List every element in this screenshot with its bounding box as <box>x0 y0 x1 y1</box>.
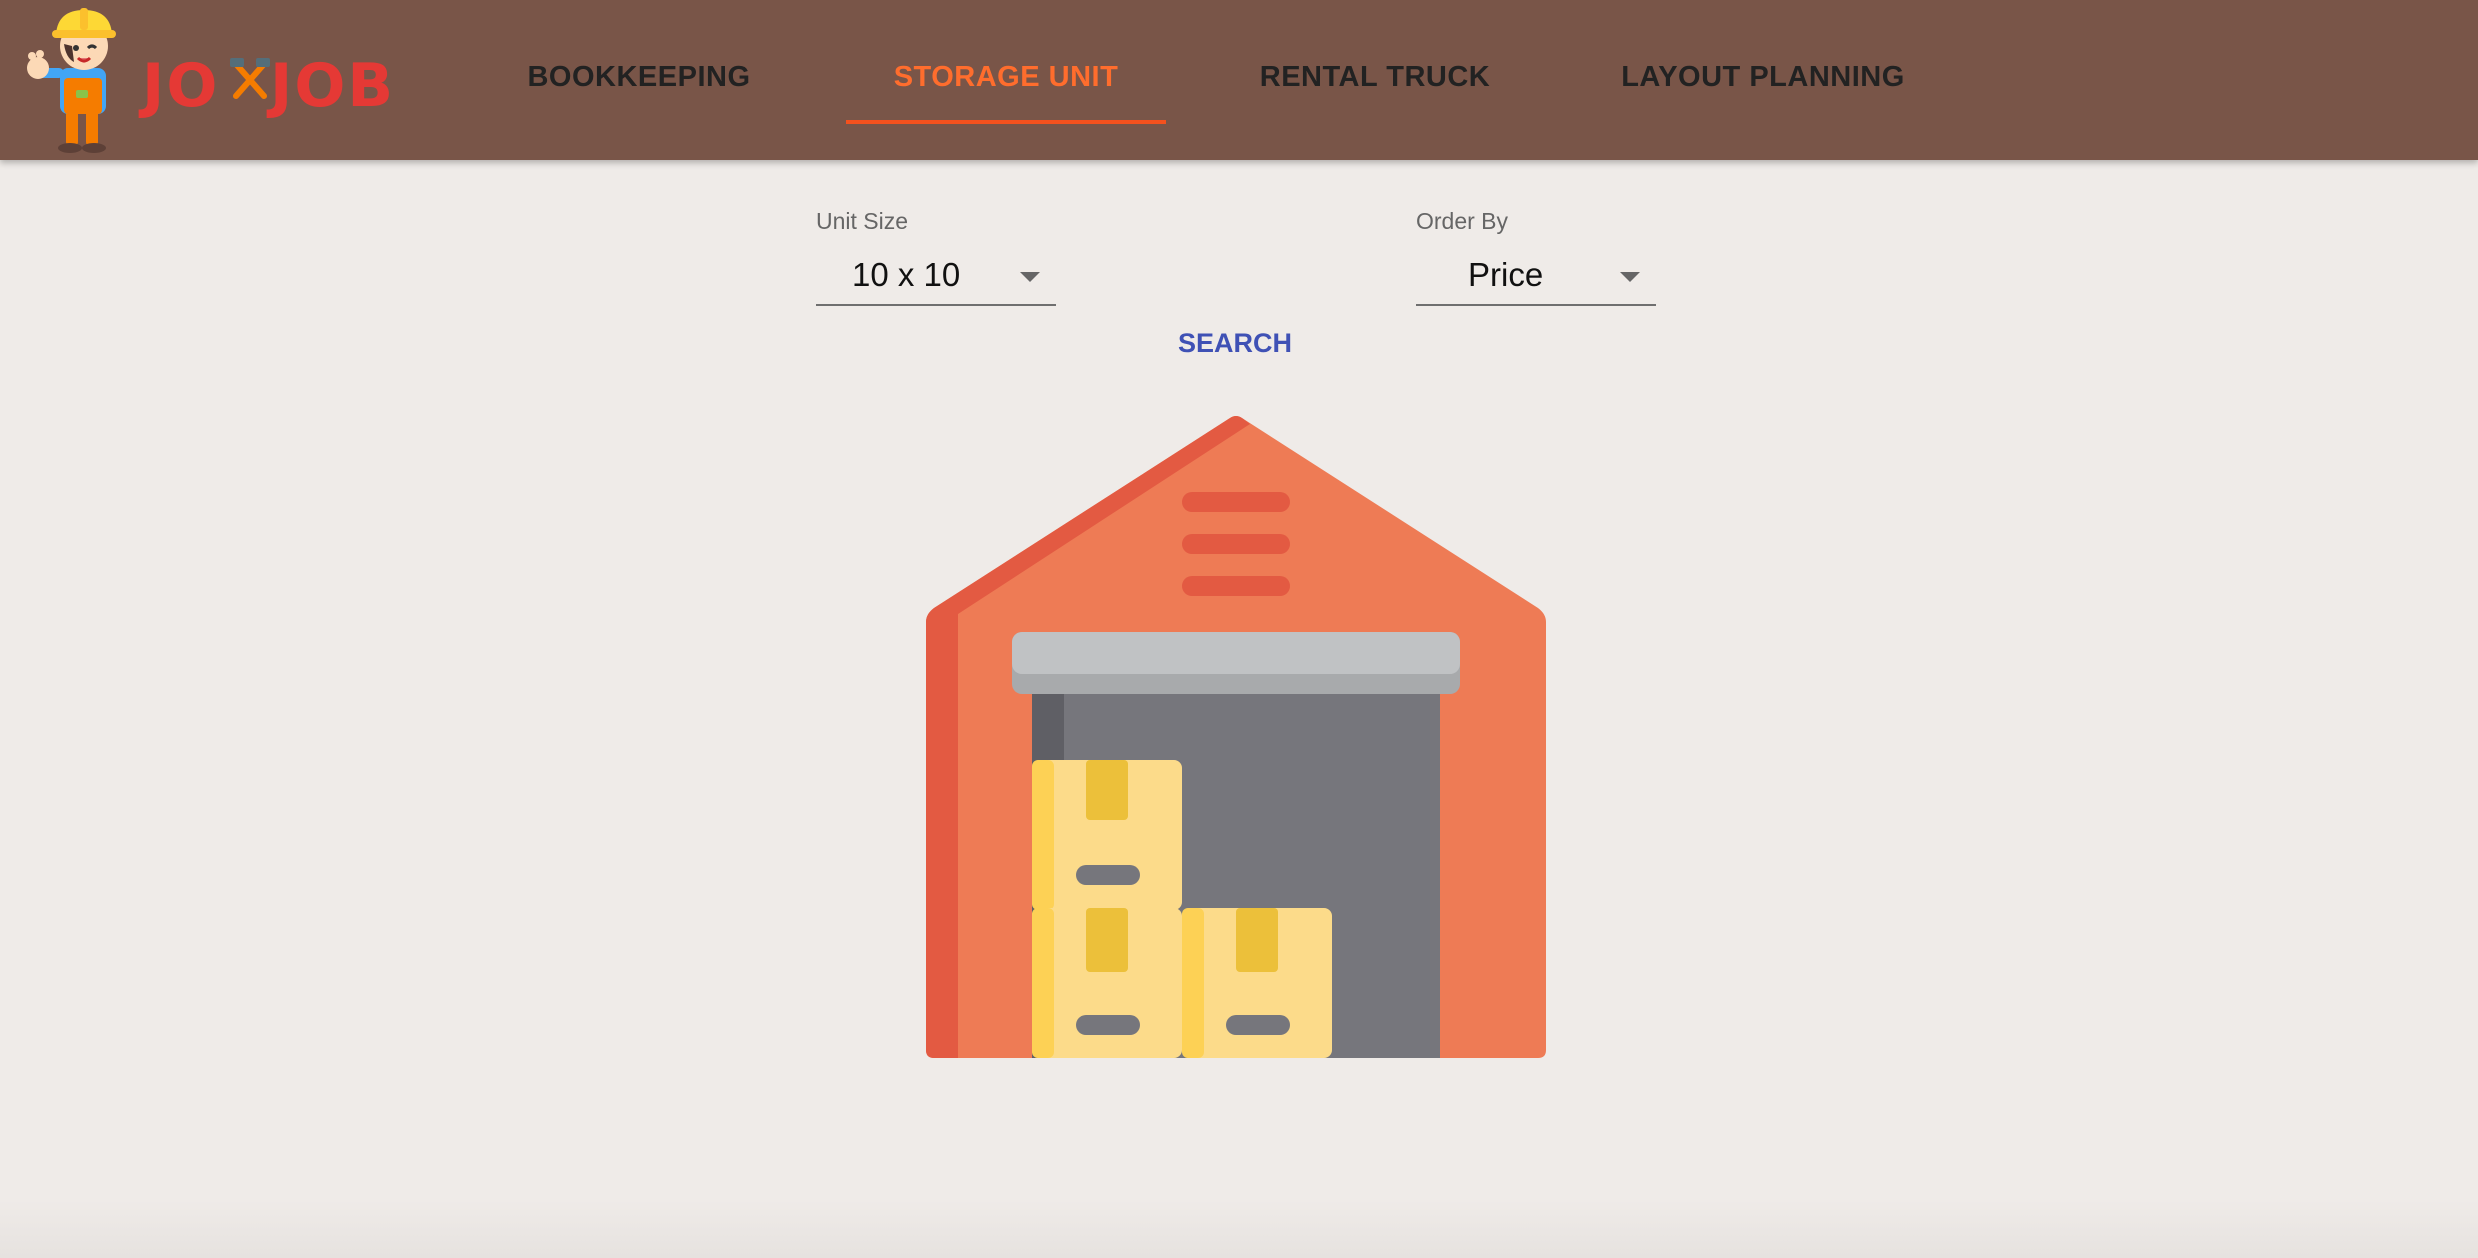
order-by-value: Price <box>1468 256 1544 293</box>
jojob-logo[interactable]: JO JOB <box>24 6 394 154</box>
tab-rental-truck[interactable]: RENTAL TRUCK <box>1236 0 1514 155</box>
svg-text:JO: JO <box>138 51 219 121</box>
unit-size-select[interactable]: 10 x 10 <box>816 248 1056 306</box>
order-by-select[interactable]: Price <box>1416 248 1656 306</box>
app-bar: JO JOB BOOKKEEPING STORAGE UNIT RENTAL T… <box>0 0 2478 160</box>
search-button[interactable]: SEARCH <box>1160 318 1310 368</box>
worker-mascot-icon <box>27 8 116 153</box>
hammer-wrench-icon <box>230 58 270 99</box>
order-by-label: Order By <box>1416 208 1509 234</box>
tab-bookkeeping[interactable]: BOOKKEEPING <box>500 0 778 155</box>
active-tab-indicator <box>846 120 1166 124</box>
storage-unit-illustration <box>920 410 1550 1060</box>
unit-size-label: Unit Size <box>816 208 909 234</box>
page-bottom-shade <box>0 1200 2478 1258</box>
unit-size-value: 10 x 10 <box>852 256 961 293</box>
logo-wordmark: JO JOB <box>138 51 394 121</box>
dropdown-arrow-icon <box>1020 272 1040 282</box>
warehouse-icon <box>926 416 1546 1058</box>
svg-text:JOB: JOB <box>266 51 394 121</box>
tab-storage-unit[interactable]: STORAGE UNIT <box>846 0 1166 155</box>
dropdown-arrow-icon <box>1620 272 1640 282</box>
tab-layout-planning[interactable]: LAYOUT PLANNING <box>1590 0 1936 155</box>
